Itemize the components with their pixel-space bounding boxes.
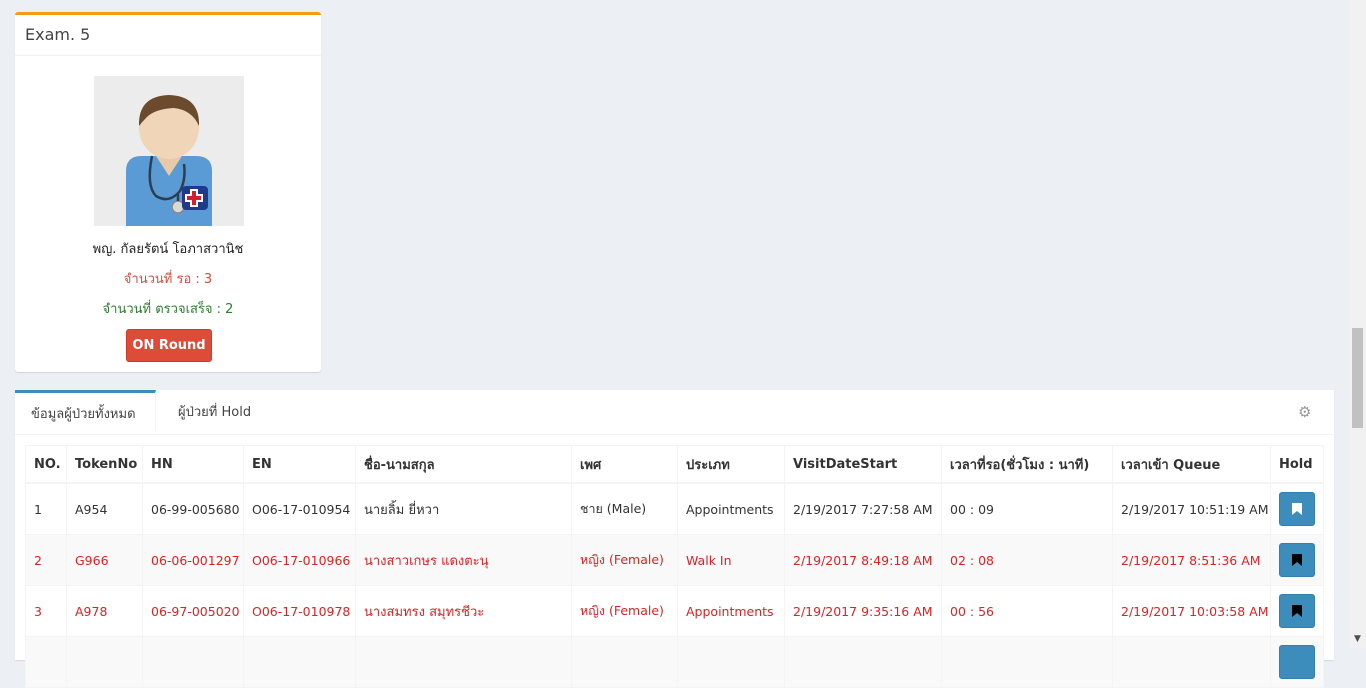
cell-token: A954 [66, 482, 143, 535]
cell-visit-date: 2/19/2017 7:27:58 AM [784, 482, 942, 535]
table-row [25, 636, 1324, 688]
cell-hold [1270, 534, 1324, 586]
cell-type: Appointments [677, 482, 785, 535]
cell-gender: หญิง (Female) [571, 534, 678, 586]
on-round-button[interactable]: ON Round [126, 329, 212, 362]
cell-queue-time: 2/19/2017 8:51:36 AM [1112, 534, 1271, 586]
cell-visit-date [784, 636, 942, 688]
cell-visit-date: 2/19/2017 9:35:16 AM [784, 585, 942, 637]
cell-type: Appointments [677, 585, 785, 637]
cell-en: O06-17-010966 [243, 534, 356, 586]
cell-en: O06-17-010978 [243, 585, 356, 637]
col-visit-date: VisitDateStart [784, 445, 942, 484]
cell-no [25, 636, 67, 688]
cell-en: O06-17-010954 [243, 482, 356, 535]
cell-type: Walk In [677, 534, 785, 586]
cell-hn: 06-97-005020 [142, 585, 244, 637]
page-scrollbar[interactable]: ▼ [1349, 0, 1366, 648]
cell-hn: 06-99-005680 [142, 482, 244, 535]
cell-wait-time [941, 636, 1113, 688]
hold-button[interactable] [1279, 543, 1315, 577]
cell-wait-time: 02 : 08 [941, 534, 1113, 586]
cell-token: A978 [66, 585, 143, 637]
gear-icon[interactable]: ⚙ [1298, 404, 1314, 420]
hold-button[interactable] [1279, 645, 1315, 679]
col-hn: HN [142, 445, 244, 484]
col-no: NO. [25, 445, 67, 484]
col-hold: Hold [1270, 445, 1324, 484]
table-header-row: NO. TokenNo HN EN ชื่อ-นามสกุล เพศ ประเภ… [25, 445, 1324, 484]
waiting-count: จำนวนที่ รอ : 3 [123, 272, 213, 287]
col-queue-time: เวลาเข้า Queue [1112, 445, 1271, 484]
cell-hn: 06-06-001297 [142, 534, 244, 586]
doctor-name: พญ. กัลยรัตน์ โอภาสวานิช [92, 242, 244, 257]
bookmark-icon [1292, 605, 1302, 617]
cell-en [243, 636, 356, 688]
scroll-down-arrow-icon[interactable]: ▼ [1349, 631, 1366, 648]
cell-type [677, 636, 785, 688]
cell-no: 2 [25, 534, 67, 586]
cell-gender: ชาย (Male) [571, 482, 678, 535]
cell-visit-date: 2/19/2017 8:49:18 AM [784, 534, 942, 586]
scrollbar-thumb[interactable] [1352, 328, 1363, 428]
cell-no: 3 [25, 585, 67, 637]
cell-name: นางสมทรง สมุทรชีวะ [355, 585, 572, 637]
cell-wait-time: 00 : 56 [941, 585, 1113, 637]
cell-name [355, 636, 572, 688]
col-token: TokenNo [66, 445, 143, 484]
cell-gender [571, 636, 678, 688]
tab-all-patients[interactable]: ข้อมูลผู้ป่วยทั้งหมด [15, 390, 156, 431]
cell-hold [1270, 585, 1324, 637]
cell-hold [1270, 636, 1324, 688]
doctor-avatar-icon [94, 76, 244, 226]
exam-card: Exam. 5 พญ. กัลยรัตน์ โอภาสวานิช จำนวนที… [15, 12, 321, 372]
tab-hold-patients[interactable]: ผู้ป่วยที่ Hold [178, 390, 251, 434]
hold-button[interactable] [1279, 594, 1315, 628]
patient-tabs-panel: ข้อมูลผู้ป่วยทั้งหมด ผู้ป่วยที่ Hold ⚙ N… [15, 390, 1334, 688]
cell-name: นายลิ้ม ยี่หวา [355, 482, 572, 535]
col-gender: เพศ [571, 445, 678, 484]
table-row: 3 A978 06-97-005020 O06-17-010978 นางสมท… [25, 585, 1324, 637]
hold-button[interactable] [1279, 492, 1315, 526]
patient-queue-table: NO. TokenNo HN EN ชื่อ-นามสกุล เพศ ประเภ… [25, 445, 1324, 688]
table-row: 2 G966 06-06-001297 O06-17-010966 นางสาว… [25, 534, 1324, 586]
col-wait-time: เวลาที่รอ(ชั่วโมง : นาที) [941, 445, 1113, 484]
cell-token: G966 [66, 534, 143, 586]
cell-hn [142, 636, 244, 688]
cell-token [66, 636, 143, 688]
cell-name: นางสาวเกษร แดงตะนุ [355, 534, 572, 586]
cell-queue-time: 2/19/2017 10:03:58 AM [1112, 585, 1271, 637]
cell-queue-time: 2/19/2017 10:51:19 AM [1112, 482, 1271, 535]
cell-queue-time [1112, 636, 1271, 688]
col-en: EN [243, 445, 356, 484]
col-type: ประเภท [677, 445, 785, 484]
cell-gender: หญิง (Female) [571, 585, 678, 637]
cell-hold [1270, 482, 1324, 535]
tab-bar: ข้อมูลผู้ป่วยทั้งหมด ผู้ป่วยที่ Hold ⚙ [15, 390, 1334, 435]
col-name: ชื่อ-นามสกุล [355, 445, 572, 484]
bookmark-icon [1292, 503, 1302, 515]
table-row: 1 A954 06-99-005680 O06-17-010954 นายลิ้… [25, 482, 1324, 535]
done-count: จำนวนที่ ตรวจเสร็จ : 2 [102, 302, 234, 317]
bookmark-icon [1292, 554, 1302, 566]
cell-wait-time: 00 : 09 [941, 482, 1113, 535]
exam-title: Exam. 5 [15, 15, 321, 56]
cell-no: 1 [25, 482, 67, 535]
